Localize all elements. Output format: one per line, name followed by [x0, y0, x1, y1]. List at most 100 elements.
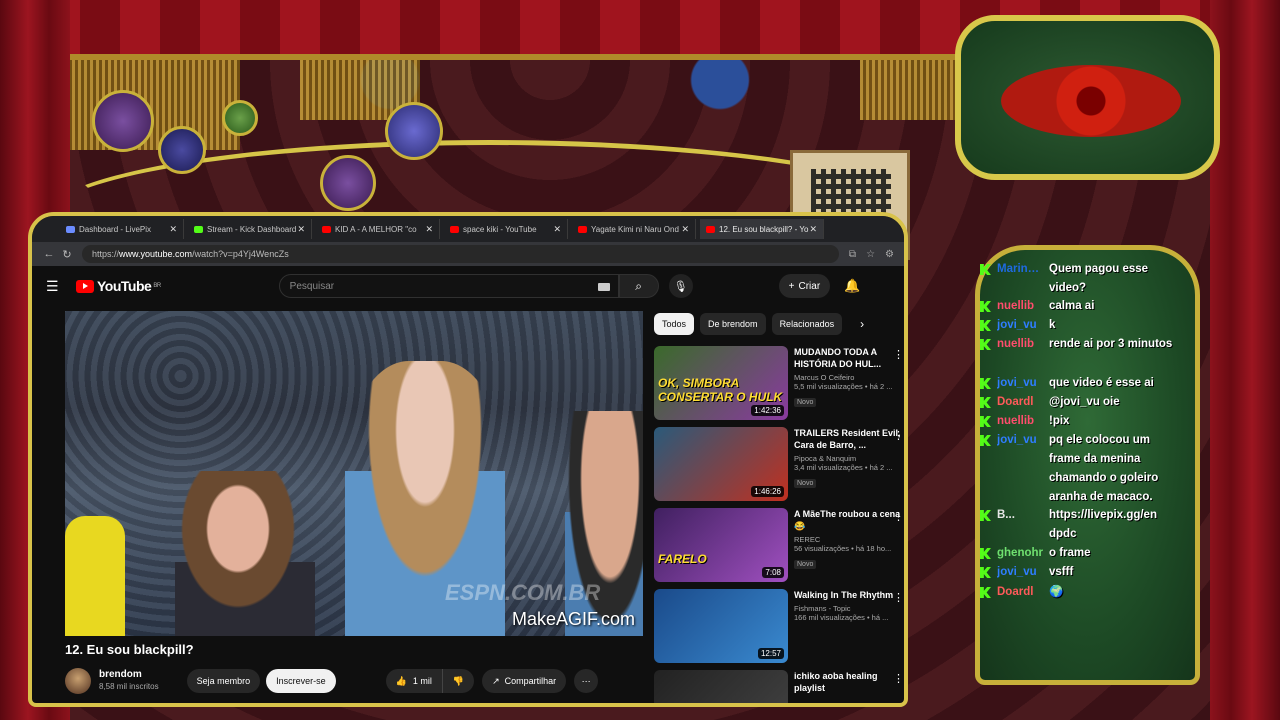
- more-options-icon[interactable]: ⋮: [893, 348, 904, 361]
- more-options-icon[interactable]: ⋮: [893, 591, 904, 604]
- voice-search-button[interactable]: 🎙: [668, 274, 693, 298]
- more-actions-button[interactable]: ⋯: [574, 669, 599, 693]
- kick-badge-icon: [980, 435, 991, 446]
- subscriber-count: 8,58 mil inscritos: [99, 682, 159, 691]
- chevron-right-icon[interactable]: ›: [860, 317, 864, 331]
- recommendation-title[interactable]: ichiko aoba healing playlist: [794, 670, 902, 694]
- recommendation-channel[interactable]: Fishmans - Topic: [794, 604, 902, 613]
- gold-fringe-right: [860, 60, 970, 120]
- tab-favicon-icon: [194, 225, 203, 233]
- kick-badge-icon: [980, 339, 991, 350]
- chat-username[interactable]: jovi_vu: [997, 431, 1043, 507]
- install-icon[interactable]: ⧉: [849, 249, 856, 260]
- red-eye-icon: [1001, 65, 1181, 137]
- close-tab-icon[interactable]: ✕: [809, 224, 817, 235]
- chat-username[interactable]: jovi_vu: [997, 374, 1043, 393]
- close-tab-icon[interactable]: ✕: [553, 224, 561, 235]
- filter-chip[interactable]: De brendom: [700, 313, 766, 335]
- filter-chip[interactable]: Todos: [654, 313, 695, 335]
- recommendation-title[interactable]: TRAILERS Resident Evil, Cara de Barro, .…: [794, 427, 902, 451]
- bookmark-star-icon[interactable]: ☆: [866, 249, 875, 260]
- chat-message: jovi_vu pq ele colocou um frame da menina…: [980, 431, 1200, 507]
- browser-tab[interactable]: Yagate Kimi ni Naru Ond ✕: [572, 219, 696, 239]
- search-button[interactable]: ⌕: [618, 274, 659, 298]
- video-thumbnail[interactable]: 1:46:26: [654, 427, 788, 501]
- chat-username[interactable]: jovi_vu: [997, 563, 1043, 582]
- notifications-bell-icon[interactable]: 🔔: [844, 278, 860, 294]
- chat-username[interactable]: B...: [997, 506, 1043, 544]
- subscribe-button[interactable]: Inscrever-se: [266, 669, 336, 693]
- browser-tab[interactable]: Stream - Kick Dashboard ✕: [188, 219, 312, 239]
- channel-avatar[interactable]: [65, 668, 91, 694]
- stream-overlay: Dashboard - LivePix ✕ Stream - Kick Dashbo…: [0, 0, 1280, 720]
- more-options-icon[interactable]: ⋮: [893, 672, 904, 685]
- share-icon: ↗: [492, 675, 500, 686]
- recommendation-item[interactable]: ichiko aoba healing playlist ⋮: [654, 670, 904, 703]
- browser-tab[interactable]: KID A - A MELHOR "co ✕: [316, 219, 440, 239]
- plus-icon: +: [788, 280, 795, 292]
- star-medallion-icon: [222, 100, 258, 136]
- browser-tab[interactable]: space kiki - YouTube ✕: [444, 219, 568, 239]
- recommendation-channel[interactable]: Marcus O Ceifeiro: [794, 373, 902, 382]
- close-tab-icon[interactable]: ✕: [681, 224, 689, 235]
- tab-favicon-icon: [578, 225, 587, 233]
- search-input[interactable]: Pesquisar: [278, 274, 619, 298]
- chat-username[interactable]: jovi_vu: [997, 316, 1043, 335]
- extensions-icon[interactable]: ⚙: [885, 249, 894, 260]
- chat-username[interactable]: Doardl: [997, 393, 1043, 412]
- recommendation-channel[interactable]: Pipoca & Nanquim: [794, 454, 902, 463]
- video-player[interactable]: ESPN.COM.BR MakeAGIF.com: [65, 311, 643, 636]
- more-options-icon[interactable]: ⋮: [893, 429, 904, 442]
- video-thumbnail[interactable]: 12:57: [654, 589, 788, 663]
- video-thumbnail[interactable]: [654, 670, 788, 703]
- share-button[interactable]: ↗ Compartilhar: [482, 669, 567, 693]
- channel-name[interactable]: brendom 8,58 mil inscritos: [99, 669, 159, 693]
- chat-username[interactable]: ghenohr: [997, 544, 1043, 563]
- chat-username[interactable]: nuellib: [997, 412, 1043, 431]
- recommendation-item[interactable]: 12:57 Walking In The Rhythm Fishmans - Top…: [654, 589, 904, 670]
- recommendation-views: 3,4 mil visualizações • há 2 ...: [794, 463, 893, 472]
- more-options-icon[interactable]: ⋮: [893, 510, 904, 523]
- chat-username[interactable]: nuellib: [997, 297, 1043, 316]
- recommendation-item[interactable]: FARELO 7:08 A MãeThe roubou a cena 😂 REREC 5…: [654, 508, 904, 589]
- video-duration: 12:57: [757, 648, 784, 659]
- reload-icon[interactable]: ↻: [58, 248, 76, 261]
- chat-text: @jovi_vu oie: [1049, 396, 1120, 408]
- url-host: www.youtube.com: [119, 249, 193, 259]
- chat-message: jovi_vu que video é esse ai: [980, 374, 1200, 393]
- recommendation-item[interactable]: 1:46:26 TRAILERS Resident Evil, Cara de B…: [654, 427, 904, 508]
- url-input[interactable]: https://www.youtube.com/watch?v=p4Yj4Wen…: [82, 245, 839, 263]
- face-medallion-icon: [320, 155, 376, 211]
- makeagif-watermark: MakeAGIF.com: [511, 609, 635, 629]
- chat-username[interactable]: Doardl: [997, 583, 1043, 602]
- dislike-button[interactable]: 👎: [441, 669, 475, 693]
- chat-username[interactable]: nuellib: [997, 335, 1043, 354]
- recommendation-title[interactable]: MUDANDO TODA A HISTÓRIA DO HUL...: [794, 346, 902, 370]
- video-thumbnail[interactable]: FARELO 7:08: [654, 508, 788, 582]
- video-thumbnail[interactable]: OK, SIMBORA CONSERTAR O HULK 1:42:36: [654, 346, 788, 420]
- browser-tab[interactable]: Dashboard - LivePix ✕: [60, 219, 184, 239]
- close-tab-icon[interactable]: ✕: [297, 224, 305, 235]
- create-button[interactable]: + Criar: [778, 274, 831, 298]
- hamburger-menu-icon[interactable]: ☰: [46, 278, 66, 295]
- chat-message: nuellib calma ai: [980, 297, 1200, 316]
- recommendation-title[interactable]: A MãeThe roubou a cena 😂: [794, 508, 902, 532]
- subscribe-label: Inscrever-se: [276, 676, 326, 686]
- chat-message: Doardl @jovi_vu oie: [980, 393, 1200, 412]
- keyboard-icon[interactable]: [597, 283, 610, 291]
- chat-text: https://livepix.gg/en dpdc: [1049, 509, 1157, 540]
- recommendation-title[interactable]: Walking In The Rhythm: [794, 589, 902, 601]
- chat-text: k: [1049, 319, 1056, 331]
- browser-tab[interactable]: 12. Eu sou blackpill? - Yo ✕: [700, 219, 824, 239]
- youtube-logo[interactable]: YouTube BR: [76, 278, 161, 294]
- recommendation-channel[interactable]: REREC: [794, 535, 902, 544]
- filter-chip[interactable]: Relacionados: [771, 313, 843, 335]
- recommendation-item[interactable]: OK, SIMBORA CONSERTAR O HULK 1:42:36 MUDAN…: [654, 346, 904, 427]
- recommendation-views: 166 mil visualizações • há ...: [794, 613, 889, 622]
- join-button[interactable]: Seja membro: [186, 669, 261, 693]
- close-tab-icon[interactable]: ✕: [169, 224, 177, 235]
- back-icon[interactable]: ←: [40, 248, 58, 260]
- chat-username[interactable]: Marinh...: [997, 260, 1043, 298]
- like-button[interactable]: 👍 1 mil: [385, 669, 442, 693]
- close-tab-icon[interactable]: ✕: [425, 224, 433, 235]
